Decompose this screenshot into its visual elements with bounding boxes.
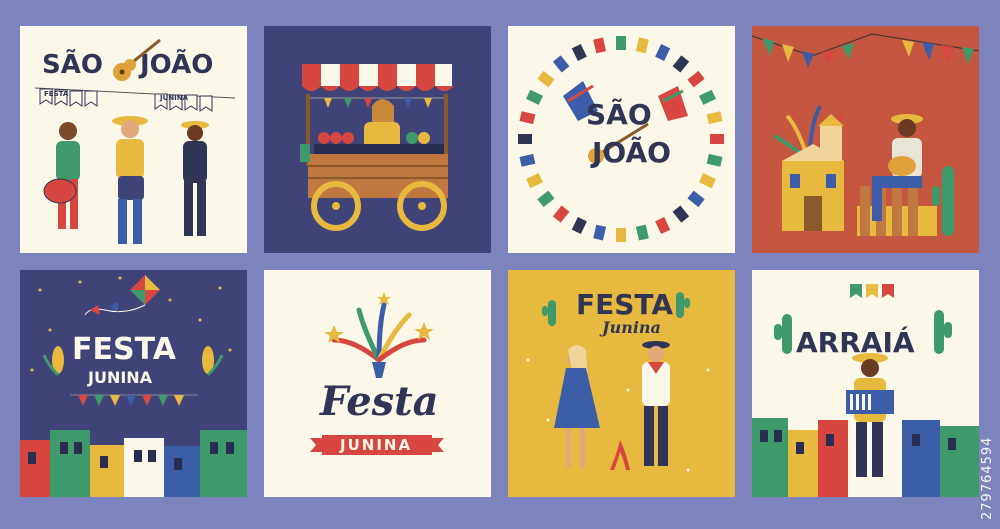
ring-flag [687, 70, 705, 88]
ring-flag [672, 55, 690, 73]
flag-text-junina: JUNINA [160, 94, 189, 102]
card-sao-joao-musicians: SÃO JOÃO FESTA JUNINA [20, 26, 247, 253]
ring-flag [710, 134, 724, 144]
title-sao: SÃO [42, 50, 103, 80]
title-festa: FESTA [72, 332, 176, 367]
watermark-id: 279764594 [980, 436, 995, 520]
arraia-illustration [752, 284, 979, 497]
ring-flag [699, 89, 716, 105]
ring-flag [616, 228, 626, 242]
ring-flag [635, 37, 649, 54]
bunting-flags-icon [35, 87, 235, 112]
ring-flag [537, 190, 555, 208]
guitar-icon [113, 38, 161, 81]
card-festa-junina-dance: FESTA Junina [508, 270, 735, 497]
card-arraia: ARRAIÁ [752, 270, 979, 497]
ring-flag [552, 55, 570, 73]
ring-flag [593, 224, 607, 241]
ring-flag [655, 44, 671, 61]
title-junina-script: Junina [602, 318, 661, 337]
card-festa-junina-script: Festa JUNINA [264, 270, 491, 497]
ring-flag [552, 205, 570, 223]
ring-flag [519, 153, 536, 167]
ring-flag [571, 217, 587, 234]
ring-flag [706, 153, 723, 167]
title-festa-script: Festa [320, 378, 439, 425]
title-junina: JUNINA [88, 368, 153, 387]
ring-flag [687, 190, 705, 208]
card-market-cart [264, 26, 491, 253]
ring-flag [699, 173, 716, 189]
ring-flag [635, 224, 649, 241]
title-arraia: ARRAIÁ [796, 326, 915, 359]
title-joao: JOÃO [592, 136, 671, 169]
ring-flag [593, 37, 607, 54]
ring-flag [526, 173, 543, 189]
card-church-guitar [752, 26, 979, 253]
title-festa: FESTA [576, 288, 674, 321]
ring-flag [616, 36, 626, 50]
title-junina-ribbon: JUNINA [340, 436, 413, 454]
ring-flag [655, 217, 671, 234]
ring-flag [537, 70, 555, 88]
ring-flag [519, 111, 536, 125]
title-sao: SÃO [586, 98, 652, 131]
card-festa-junina-night: FESTA JUNINA [20, 270, 247, 497]
ring-flag [706, 111, 723, 125]
church-guitar-illustration [752, 33, 979, 236]
musicians-illustration [43, 116, 209, 244]
flag-text-festa: FESTA [44, 90, 69, 98]
ring-flag [526, 89, 543, 105]
card-sao-joao-circle: SÃO JOÃO [508, 26, 735, 253]
ring-flag [571, 44, 587, 61]
market-cart-illustration [300, 64, 454, 231]
ring-flag [518, 134, 532, 144]
ring-flag [672, 205, 690, 223]
